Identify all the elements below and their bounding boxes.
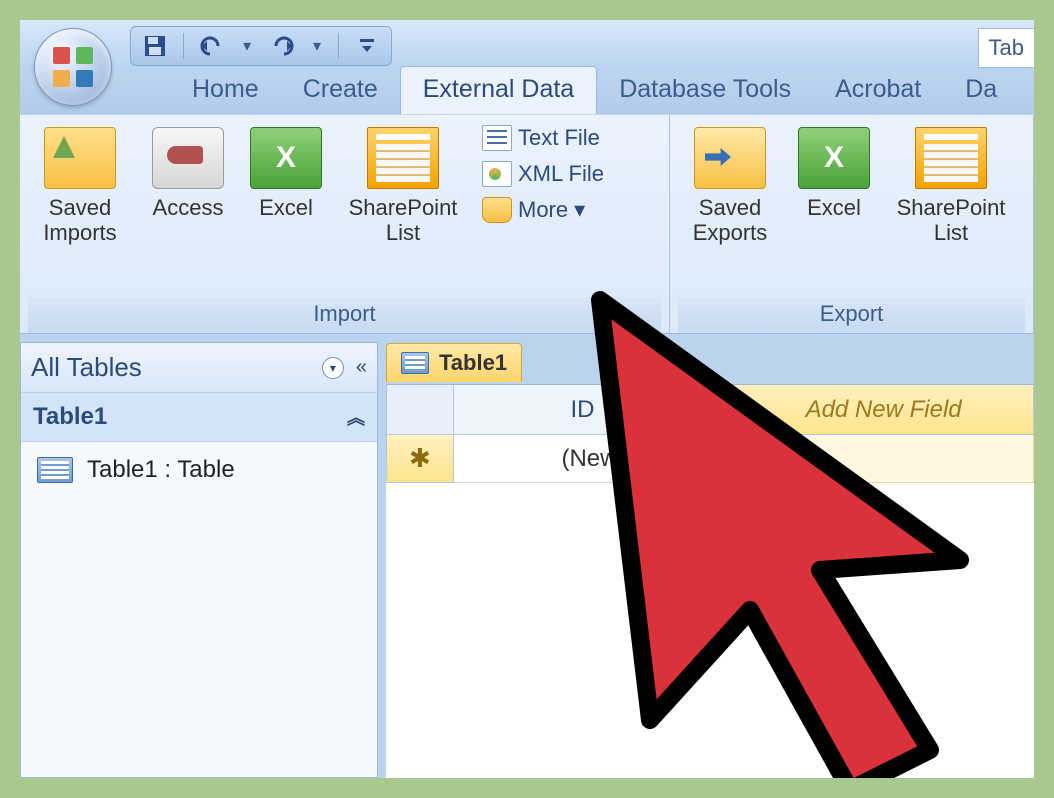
table-icon bbox=[401, 352, 429, 374]
app-window: ▾ ▾ Tab Home Create External Data Databa… bbox=[20, 20, 1034, 778]
tab-create[interactable]: Create bbox=[281, 67, 400, 114]
object-tab-table1[interactable]: Table1 bbox=[386, 343, 522, 382]
column-header-row: ID ▾ Add New Field bbox=[386, 385, 1034, 435]
saved-imports-icon bbox=[44, 127, 116, 189]
ribbon-group-export: Saved Exports Excel SharePoint List Expo… bbox=[670, 115, 1034, 333]
undo-button[interactable] bbox=[198, 32, 226, 60]
save-button[interactable] bbox=[141, 32, 169, 60]
import-access-button[interactable]: Access bbox=[142, 121, 234, 226]
nav-item-table1-table[interactable]: Table1 : Table bbox=[21, 442, 377, 498]
export-sharepoint-label: SharePoint List bbox=[897, 195, 1006, 246]
ribbon-group-import: Saved Imports Access Excel SharePoint Li… bbox=[20, 115, 670, 333]
export-excel-label: Excel bbox=[807, 195, 861, 220]
nav-pane-header[interactable]: All Tables ▾ « bbox=[21, 343, 377, 393]
office-button[interactable] bbox=[34, 28, 112, 106]
access-icon bbox=[152, 127, 224, 189]
column-header-add-new[interactable]: Add New Field bbox=[734, 385, 1034, 435]
tab-home[interactable]: Home bbox=[170, 67, 281, 114]
text-file-icon bbox=[482, 125, 512, 151]
tab-acrobat[interactable]: Acrobat bbox=[813, 67, 943, 114]
import-sharepoint-label: SharePoint List bbox=[349, 195, 458, 246]
saved-imports-label: Saved Imports bbox=[43, 195, 116, 246]
workspace: All Tables ▾ « Table1 ︽ Table1 : Table T… bbox=[20, 334, 1034, 778]
export-sharepoint-button[interactable]: SharePoint List bbox=[886, 121, 1016, 252]
new-record-id-value: (New) bbox=[561, 445, 625, 473]
export-excel-button[interactable]: Excel bbox=[792, 121, 876, 226]
saved-exports-icon bbox=[694, 127, 766, 189]
qat-customize-button[interactable] bbox=[353, 32, 381, 60]
chevron-down-icon: ▾ bbox=[574, 197, 585, 223]
nav-pane-menu-button[interactable]: ▾ bbox=[322, 357, 344, 379]
redo-dropdown[interactable]: ▾ bbox=[310, 32, 324, 60]
tab-external-data[interactable]: External Data bbox=[400, 66, 597, 114]
xml-file-icon bbox=[482, 161, 512, 187]
excel-icon bbox=[250, 127, 322, 189]
undo-dropdown[interactable]: ▾ bbox=[240, 32, 254, 60]
excel-icon bbox=[798, 127, 870, 189]
column-header-id-label: ID bbox=[570, 396, 594, 424]
import-more-label: More bbox=[518, 197, 568, 223]
new-record-new-field-cell[interactable] bbox=[734, 435, 1034, 483]
chevron-down-icon: ▾ bbox=[604, 395, 616, 424]
titlebar: ▾ ▾ Tab bbox=[20, 20, 1034, 72]
import-xml-file-button[interactable]: XML File bbox=[482, 161, 604, 187]
sharepoint-icon bbox=[915, 127, 987, 189]
saved-exports-button[interactable]: Saved Exports bbox=[678, 121, 782, 252]
quick-access-toolbar: ▾ ▾ bbox=[130, 26, 392, 66]
nav-pane-empty-area bbox=[21, 498, 377, 777]
object-tab-label: Table1 bbox=[439, 350, 507, 376]
ribbon-group-export-label: Export bbox=[678, 297, 1025, 333]
saved-exports-label: Saved Exports bbox=[693, 195, 768, 246]
object-tab-bar: Table1 bbox=[386, 343, 522, 382]
nav-item-label: Table1 : Table bbox=[87, 456, 235, 484]
import-sharepoint-button[interactable]: SharePoint List bbox=[338, 121, 468, 252]
ribbon-body: Saved Imports Access Excel SharePoint Li… bbox=[20, 114, 1034, 334]
import-excel-button[interactable]: Excel bbox=[244, 121, 328, 226]
contextual-tab-label: Tab bbox=[978, 28, 1034, 68]
qat-separator bbox=[338, 33, 339, 59]
import-xml-file-label: XML File bbox=[518, 161, 604, 187]
import-more-button[interactable]: More ▾ bbox=[482, 197, 604, 223]
nav-group-label: Table1 bbox=[33, 403, 107, 431]
table-icon bbox=[37, 457, 73, 483]
column-header-id[interactable]: ID ▾ bbox=[454, 385, 734, 435]
tab-datasheet-partial[interactable]: Da bbox=[943, 67, 1019, 114]
ribbon-tabs: Home Create External Data Database Tools… bbox=[20, 72, 1034, 114]
import-small-list: Text File XML File More ▾ bbox=[478, 121, 604, 223]
import-excel-label: Excel bbox=[259, 195, 313, 220]
tab-database-tools[interactable]: Database Tools bbox=[597, 67, 813, 114]
more-icon bbox=[482, 197, 512, 223]
import-text-file-label: Text File bbox=[518, 125, 600, 151]
saved-imports-button[interactable]: Saved Imports bbox=[28, 121, 132, 252]
import-text-file-button[interactable]: Text File bbox=[482, 125, 604, 151]
column-header-add-new-label: Add New Field bbox=[806, 396, 962, 424]
import-access-label: Access bbox=[153, 195, 224, 220]
new-record-id-cell[interactable]: (New) bbox=[454, 435, 734, 483]
navigation-pane: All Tables ▾ « Table1 ︽ Table1 : Table bbox=[20, 342, 378, 778]
nav-pane-collapse-button[interactable]: « bbox=[356, 356, 367, 379]
ribbon-group-import-label: Import bbox=[28, 297, 661, 333]
datasheet-area: Table1 ID ▾ Add New Field ✱ bbox=[386, 384, 1034, 778]
select-all-cell[interactable] bbox=[386, 385, 454, 435]
redo-button[interactable] bbox=[268, 32, 296, 60]
nav-group-table1[interactable]: Table1 ︽ bbox=[21, 393, 377, 442]
nav-pane-title: All Tables bbox=[31, 352, 142, 383]
new-record-row[interactable]: ✱ (New) bbox=[386, 435, 1034, 483]
sharepoint-icon bbox=[367, 127, 439, 189]
collapse-group-icon: ︽ bbox=[347, 404, 365, 430]
office-logo-icon bbox=[53, 47, 93, 87]
new-record-selector[interactable]: ✱ bbox=[386, 435, 454, 483]
qat-separator bbox=[183, 33, 184, 59]
